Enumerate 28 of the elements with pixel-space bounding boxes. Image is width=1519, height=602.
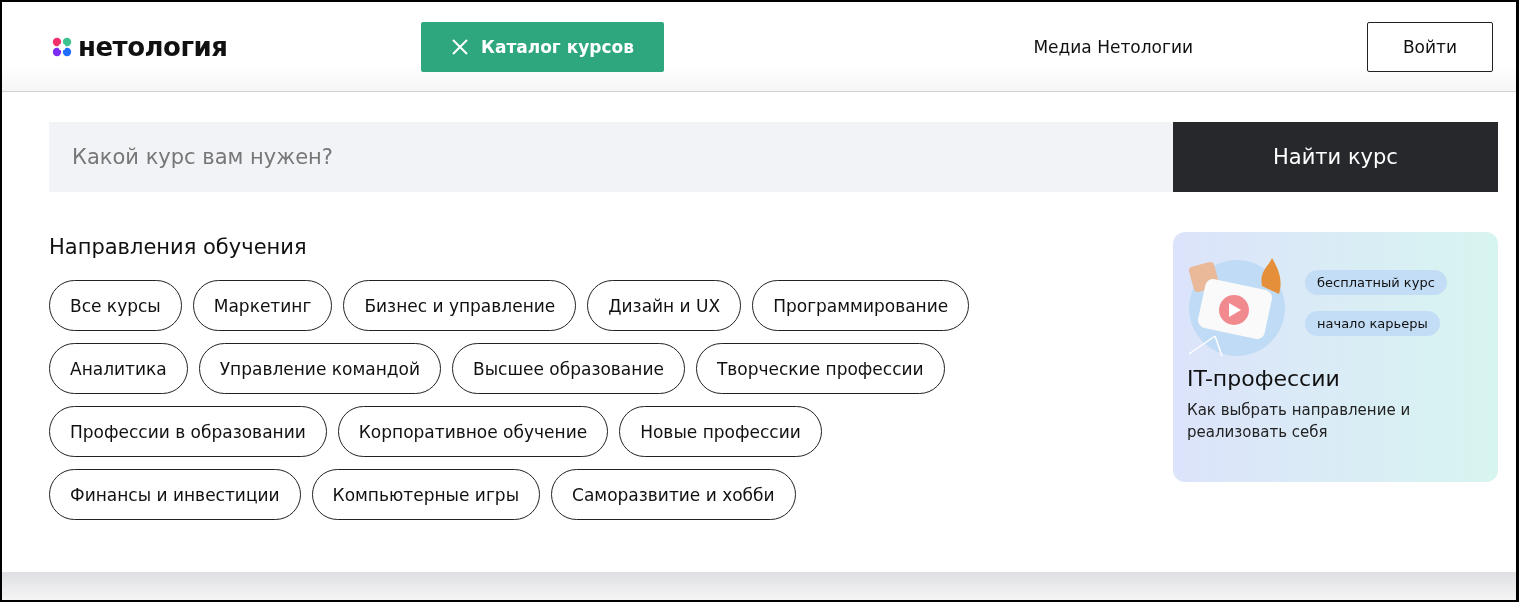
close-icon	[451, 37, 470, 56]
login-button[interactable]: Войти	[1367, 21, 1493, 72]
category-chip[interactable]: Бизнес и управление	[343, 280, 577, 331]
section-title: Направления обучения	[49, 234, 308, 261]
category-chip[interactable]: Высшее образование	[452, 343, 685, 394]
promo-tag: начало карьеры	[1305, 311, 1440, 336]
promo-text: Как выбрать направление и реализовать себя	[1187, 400, 1412, 443]
category-chip[interactable]: Саморазвитие и хобби	[551, 469, 796, 520]
promo-card[interactable]: бесплатный курс начало карьеры IT-профессии Как выбрать направление и реализовать себя	[1173, 232, 1498, 482]
promo-title: IT-профессии	[1187, 366, 1341, 391]
category-chip[interactable]: Маркетинг	[192, 280, 333, 331]
category-chip[interactable]: Корпоративное обучение	[337, 406, 609, 457]
category-chip[interactable]: Финансы и инвестиции	[49, 469, 301, 520]
category-chip[interactable]: Профессии в образовании	[49, 406, 327, 457]
category-chip[interactable]: Программирование	[752, 280, 970, 331]
media-link[interactable]: Медиа Нетологии	[1033, 36, 1193, 57]
category-chip[interactable]: Компьютерные игры	[311, 469, 541, 520]
search-field[interactable]: Какой курс вам нужен?	[49, 122, 1173, 192]
logo-text[interactable]: нетология	[78, 31, 228, 62]
category-chip[interactable]: Творческие профессии	[695, 343, 945, 394]
category-chip[interactable]: Аналитика	[49, 343, 188, 394]
find-course-button[interactable]: Найти курс	[1173, 122, 1498, 192]
category-chip[interactable]: Управление командой	[198, 343, 441, 394]
logo-icon[interactable]	[52, 36, 72, 57]
category-chip[interactable]: Новые профессии	[619, 406, 822, 457]
category-chip[interactable]: Дизайн и UX	[587, 280, 742, 331]
category-chip[interactable]: Все курсы	[49, 280, 182, 331]
promo-tag: бесплатный курс	[1305, 270, 1447, 295]
